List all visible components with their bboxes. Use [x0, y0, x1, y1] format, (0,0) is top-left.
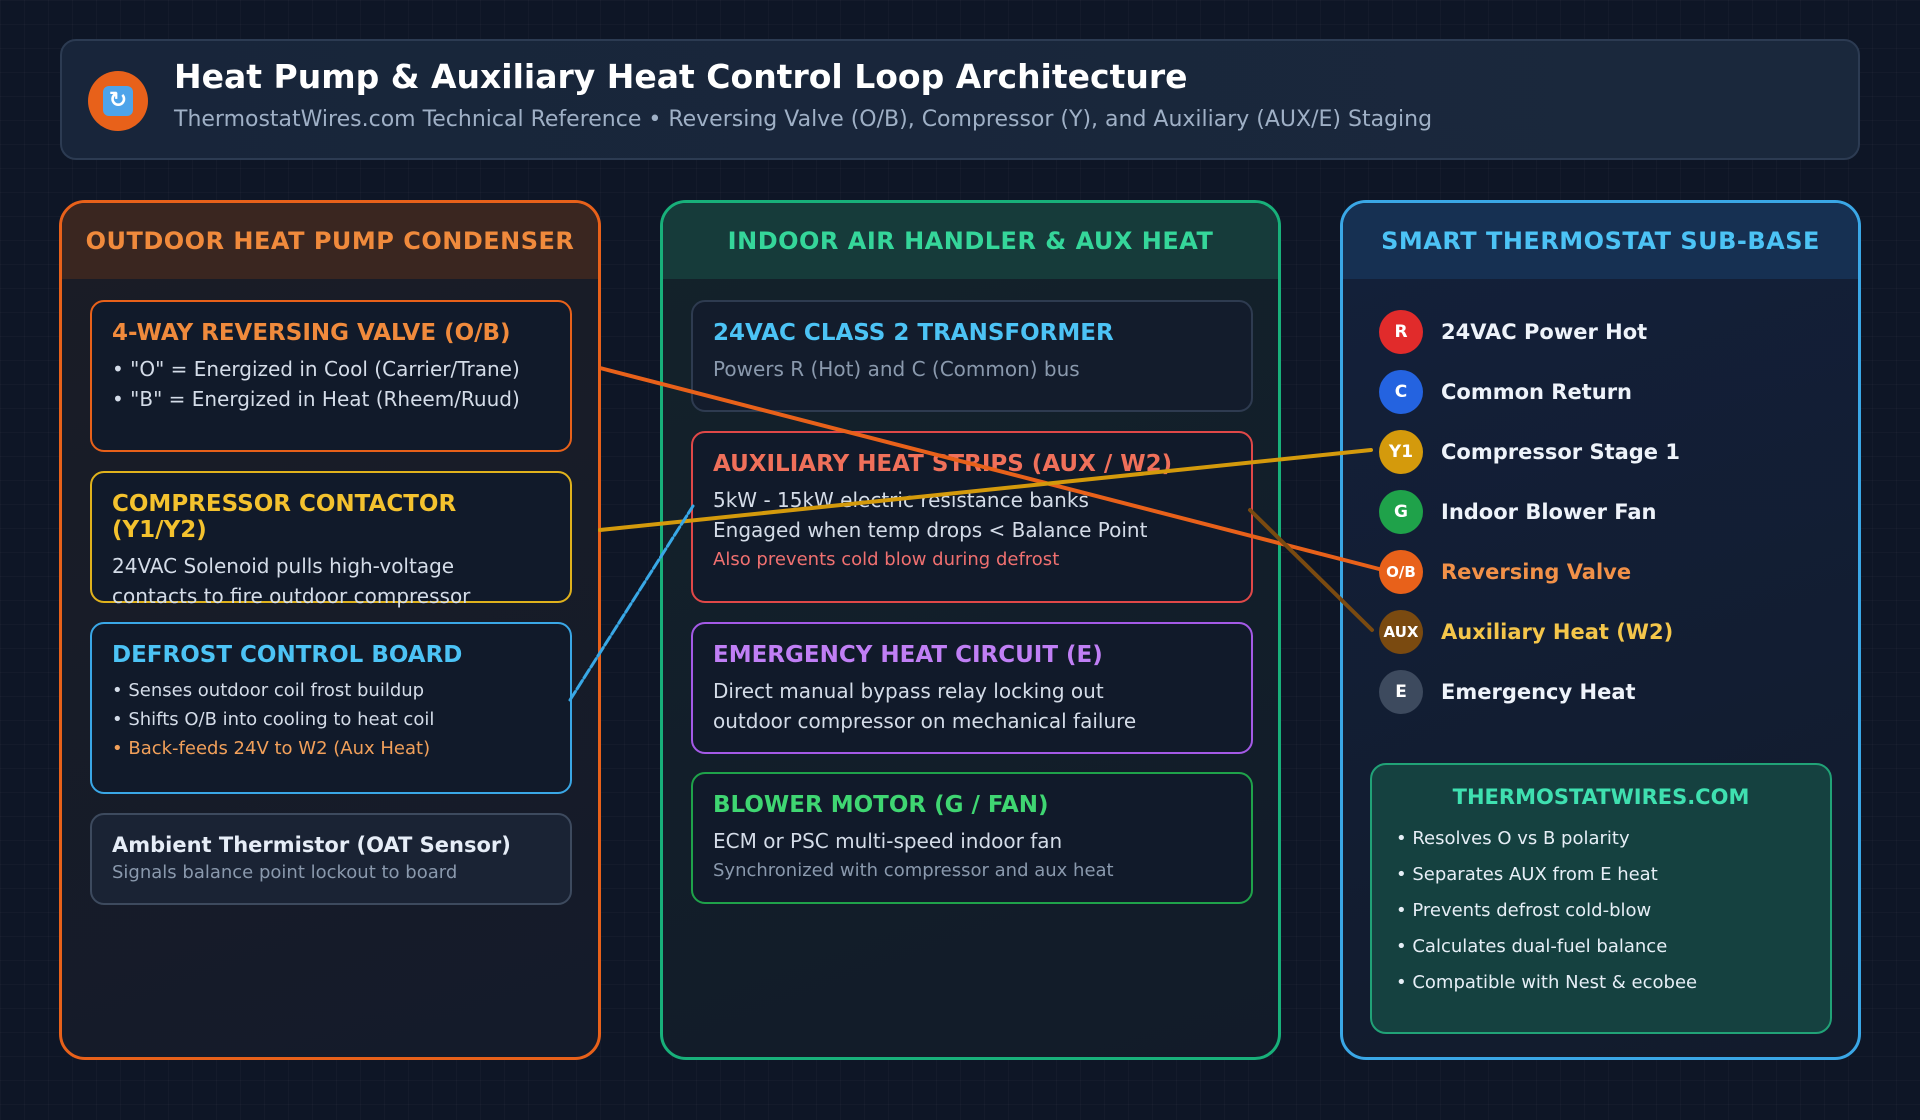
terminal-badge: Y1	[1379, 430, 1423, 474]
defrost-board-line-2: • Shifts O/B into cooling to heat coil	[112, 709, 435, 730]
terminal-row: C Common Return	[1379, 370, 1632, 414]
header-banner: ↻ Heat Pump & Auxiliary Heat Control Loo…	[60, 39, 1860, 160]
transformer-line: Powers R (Hot) and C (Common) bus	[713, 357, 1080, 381]
defrost-board-card: DEFROST CONTROL BOARD • Senses outdoor c…	[90, 622, 572, 794]
terminal-label: 24VAC Power Hot	[1441, 320, 1648, 344]
terminal-label: Indoor Blower Fan	[1441, 500, 1657, 524]
terminal-label: Emergency Heat	[1441, 680, 1636, 704]
refresh-icon: ↻	[88, 71, 148, 131]
terminal-badge: E	[1379, 670, 1423, 714]
blower-motor-card: BLOWER MOTOR (G / FAN) ECM or PSC multi-…	[691, 772, 1253, 904]
outdoor-panel-title: OUTDOOR HEAT PUMP CONDENSER	[62, 203, 598, 279]
aux-heat-strips-highlight: Also prevents cold blow during defrost	[713, 549, 1060, 570]
terminal-badge: C	[1379, 370, 1423, 414]
thermostat-subbase-panel: SMART THERMOSTAT SUB-BASE R 24VAC Power H…	[1340, 200, 1861, 1060]
thermostat-panel-title: SMART THERMOSTAT SUB-BASE	[1343, 203, 1858, 279]
page-subtitle: ThermostatWires.com Technical Reference …	[174, 107, 1433, 132]
reversing-valve-card: 4-WAY REVERSING VALVE (O/B) • "O" = Ener…	[90, 300, 572, 452]
aux-heat-strips-line-2: Engaged when temp drops < Balance Point	[713, 518, 1148, 542]
terminal-row: AUX Auxiliary Heat (W2)	[1379, 610, 1673, 654]
page-title: Heat Pump & Auxiliary Heat Control Loop …	[174, 57, 1188, 96]
compressor-contactor-line-2: contacts to fire outdoor compressor	[112, 584, 471, 608]
terminal-row: R 24VAC Power Hot	[1379, 310, 1647, 354]
defrost-board-line-1: • Senses outdoor coil frost buildup	[112, 680, 425, 701]
emergency-heat-title: EMERGENCY HEAT CIRCUIT (E)	[713, 642, 1103, 668]
compressor-contactor-card: COMPRESSOR CONTACTOR (Y1/Y2) 24VAC Solen…	[90, 471, 572, 608]
terminal-badge: G	[1379, 490, 1423, 534]
promo-item: • Separates AUX from E heat	[1396, 864, 1658, 885]
transformer-title: 24VAC CLASS 2 TRANSFORMER	[713, 320, 1114, 346]
thermistor-line: Signals balance point lockout to board	[112, 862, 458, 883]
terminal-row: G Indoor Blower Fan	[1379, 490, 1657, 534]
aux-heat-strips-title: AUXILIARY HEAT STRIPS (AUX / W2)	[713, 451, 1173, 477]
promo-item: • Calculates dual-fuel balance	[1396, 936, 1668, 957]
blower-motor-title: BLOWER MOTOR (G / FAN)	[713, 792, 1049, 818]
thermostatwires-promo: THERMOSTATWIRES.COM • Resolves O vs B po…	[1370, 763, 1832, 1034]
promo-title: THERMOSTATWIRES.COM	[1452, 785, 1750, 809]
emergency-heat-line-2: outdoor compressor on mechanical failure	[713, 709, 1137, 733]
defrost-board-title: DEFROST CONTROL BOARD	[112, 642, 463, 668]
emergency-heat-card: EMERGENCY HEAT CIRCUIT (E) Direct manual…	[691, 622, 1253, 754]
aux-heat-strips-card: AUXILIARY HEAT STRIPS (AUX / W2) 5kW - 1…	[691, 431, 1253, 603]
reversing-valve-title: 4-WAY REVERSING VALVE (O/B)	[112, 320, 511, 346]
indoor-panel-title: INDOOR AIR HANDLER & AUX HEAT	[663, 203, 1278, 279]
outdoor-condenser-panel: OUTDOOR HEAT PUMP CONDENSER 4-WAY REVERS…	[59, 200, 601, 1060]
reversing-valve-line-1: • "O" = Energized in Cool (Carrier/Trane…	[112, 357, 520, 381]
terminal-badge: R	[1379, 310, 1423, 354]
indoor-air-handler-panel: INDOOR AIR HANDLER & AUX HEAT 24VAC CLAS…	[660, 200, 1281, 1060]
compressor-contactor-line-1: 24VAC Solenoid pulls high-voltage	[112, 554, 455, 578]
terminal-label: Compressor Stage 1	[1441, 440, 1680, 464]
aux-heat-strips-line-1: 5kW - 15kW electric resistance banks	[713, 488, 1089, 512]
thermistor-card: Ambient Thermistor (OAT Sensor) Signals …	[90, 813, 572, 905]
terminal-label: Auxiliary Heat (W2)	[1441, 620, 1674, 644]
promo-item: • Resolves O vs B polarity	[1396, 828, 1630, 849]
terminal-label: Reversing Valve	[1441, 560, 1632, 584]
thermistor-title: Ambient Thermistor (OAT Sensor)	[112, 833, 511, 857]
terminal-row: E Emergency Heat	[1379, 670, 1636, 714]
compressor-contactor-title: COMPRESSOR CONTACTOR (Y1/Y2)	[112, 491, 457, 543]
defrost-board-highlight: • Back-feeds 24V to W2 (Aux Heat)	[112, 738, 431, 759]
terminal-row: O/B Reversing Valve	[1379, 550, 1631, 594]
blower-motor-sub: Synchronized with compressor and aux hea…	[713, 860, 1114, 881]
promo-item: • Compatible with Nest & ecobee	[1396, 972, 1698, 993]
terminal-label: Common Return	[1441, 380, 1632, 404]
transformer-card: 24VAC CLASS 2 TRANSFORMER Powers R (Hot)…	[691, 300, 1253, 412]
blower-motor-line: ECM or PSC multi-speed indoor fan	[713, 829, 1063, 853]
terminal-badge: AUX	[1379, 610, 1423, 654]
reversing-valve-line-2: • "B" = Energized in Heat (Rheem/Ruud)	[112, 387, 520, 411]
terminal-badge: O/B	[1379, 550, 1423, 594]
terminal-row: Y1 Compressor Stage 1	[1379, 430, 1680, 474]
promo-item: • Prevents defrost cold-blow	[1396, 900, 1652, 921]
emergency-heat-line-1: Direct manual bypass relay locking out	[713, 679, 1104, 703]
